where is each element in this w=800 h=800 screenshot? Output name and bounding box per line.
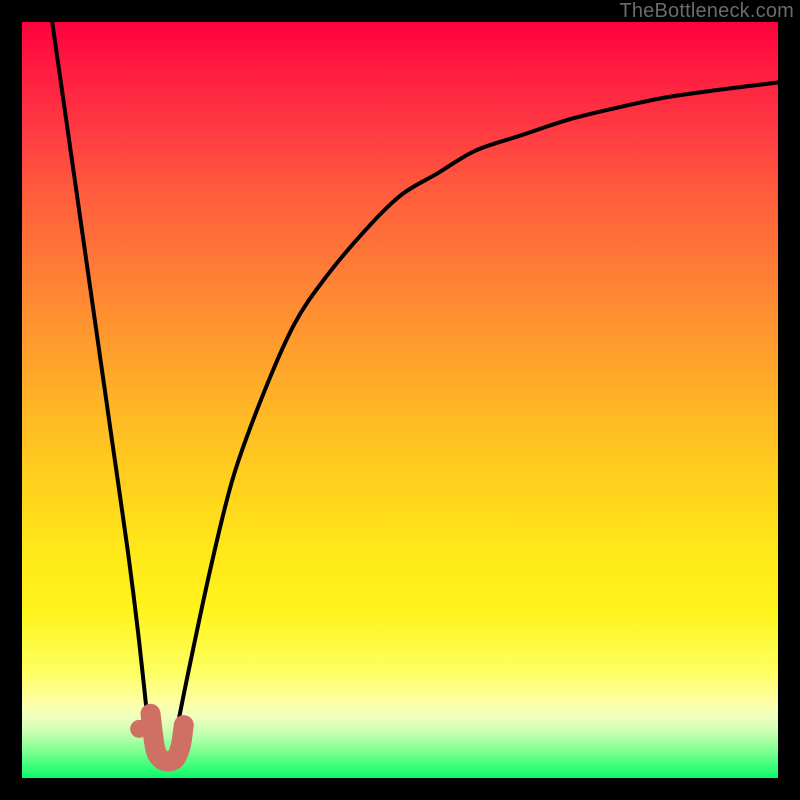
marker-j-stroke (151, 714, 184, 762)
chart-frame: TheBottleneck.com (0, 0, 800, 800)
curve-right-branch (173, 82, 778, 747)
marker-dot (130, 720, 148, 738)
watermark-text: TheBottleneck.com (619, 0, 794, 23)
curve-layer (22, 22, 778, 778)
curve-left-branch (52, 22, 150, 748)
plot-area (22, 22, 778, 778)
